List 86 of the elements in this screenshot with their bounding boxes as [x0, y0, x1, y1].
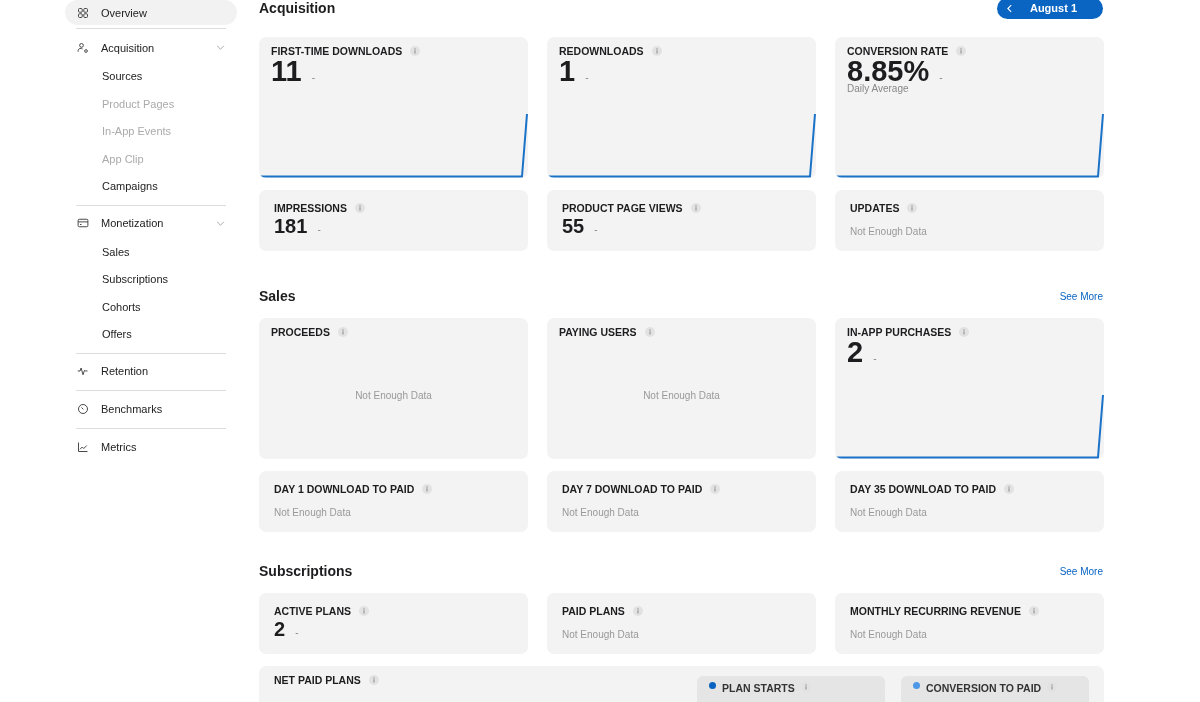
- legend-label: PLAN STARTS: [722, 682, 795, 694]
- back-icon: [1006, 3, 1012, 13]
- metric-caption: Daily Average: [847, 83, 910, 94]
- info-icon[interactable]: [368, 675, 379, 685]
- sidebar-subitem[interactable]: Campaigns: [65, 173, 237, 201]
- sidebar-subitem[interactable]: Cohorts: [65, 293, 237, 321]
- card-title: FIRST-TIME DOWNLOADS: [271, 45, 403, 57]
- sidebar-item[interactable]: Acquisition: [65, 32, 237, 63]
- sidebar-item[interactable]: Metrics: [65, 431, 237, 463]
- sidebar-subitem[interactable]: Offers: [65, 321, 237, 349]
- card-title: DAY 1 DOWNLOAD TO PAID: [274, 483, 415, 495]
- section-title: Acquisition: [259, 0, 337, 16]
- person-gear-icon: [77, 41, 89, 54]
- legend-label: CONVERSION TO PAID: [926, 682, 1042, 694]
- card-title: REDOWNLOADS: [559, 45, 644, 57]
- date-button[interactable]: August 1: [996, 0, 1103, 19]
- see-more-link[interactable]: See More: [1059, 290, 1103, 302]
- card-title: PAID PLANS: [562, 605, 625, 617]
- change-text: -: [317, 224, 321, 235]
- card-title: NET PAID PLANS: [274, 674, 361, 686]
- metric-value: 1: [559, 57, 576, 85]
- section-title: Subscriptions: [259, 563, 354, 579]
- card-title: PRODUCT PAGE VIEWS: [562, 202, 683, 214]
- change-text: -: [939, 72, 943, 83]
- card-title: DAY 35 DOWNLOAD TO PAID: [850, 483, 997, 495]
- info-icon[interactable]: [422, 484, 433, 494]
- card-title: CONVERSION RATE: [847, 45, 949, 57]
- change-text: -: [594, 224, 598, 235]
- empty-message: Not Enough Data: [642, 390, 721, 401]
- info-icon[interactable]: [710, 484, 721, 494]
- section-title: Sales: [259, 288, 297, 304]
- metric-value: 181: [274, 214, 308, 238]
- info-icon[interactable]: [959, 327, 970, 337]
- grid-icon: [77, 6, 89, 19]
- clock-icon: [77, 403, 89, 415]
- empty-message: Not Enough Data: [562, 507, 640, 518]
- card-title: DAY 7 DOWNLOAD TO PAID: [562, 483, 703, 495]
- pulse-icon: [77, 365, 89, 377]
- metric-value: 11: [271, 57, 302, 85]
- sidebar-item[interactable]: Benchmarks: [65, 393, 237, 425]
- info-icon[interactable]: [651, 46, 662, 56]
- info-icon[interactable]: [632, 606, 643, 616]
- change-text: -: [873, 353, 877, 364]
- card-title: PROCEEDS: [271, 326, 330, 338]
- card-title: IN-APP PURCHASES: [847, 326, 952, 338]
- info-icon[interactable]: [359, 606, 369, 616]
- empty-message: Not Enough Data: [850, 507, 928, 518]
- empty-message: Not Enough Data: [354, 390, 433, 401]
- see-more-link[interactable]: See More: [1059, 565, 1103, 577]
- info-icon[interactable]: [410, 46, 421, 56]
- chevron-icon[interactable]: [216, 220, 225, 226]
- metric-value: 8.85%: [847, 57, 930, 85]
- metric-value: 2: [847, 338, 864, 366]
- sidebar-subitem[interactable]: Sales: [65, 238, 237, 266]
- metric-value: 55: [562, 214, 585, 238]
- empty-message: Not Enough Data: [850, 226, 928, 237]
- sidebar-subitem[interactable]: Sources: [65, 63, 237, 91]
- chevron-icon[interactable]: [216, 45, 225, 50]
- info-icon[interactable]: [690, 203, 701, 213]
- info-icon[interactable]: [644, 327, 655, 337]
- sidebar-item[interactable]: Retention: [65, 355, 237, 387]
- card-title: PAYING USERS: [559, 326, 637, 338]
- sidebar-item[interactable]: Monetization: [65, 207, 237, 239]
- empty-message: Not Enough Data: [274, 507, 352, 518]
- info-icon[interactable]: [1004, 484, 1015, 494]
- change-text: -: [585, 72, 589, 83]
- card-title: ACTIVE PLANS: [274, 605, 351, 617]
- change-text: -: [311, 72, 315, 83]
- card-icon: [77, 217, 89, 229]
- info-icon[interactable]: [907, 203, 918, 213]
- sidebar-subitem[interactable]: Subscriptions: [65, 266, 237, 294]
- info-icon[interactable]: [1028, 606, 1039, 616]
- card-title: IMPRESSIONS: [274, 202, 347, 214]
- info-icon[interactable]: [354, 203, 365, 213]
- change-text: -: [295, 627, 299, 638]
- chart-icon: [77, 441, 89, 453]
- legend-chip[interactable]: PLAN STARTS: [697, 676, 885, 702]
- metric-value: 2: [274, 617, 286, 641]
- sidebar-item[interactable]: Overview: [65, 0, 237, 25]
- empty-message: Not Enough Data: [850, 629, 928, 640]
- card-title: MONTHLY RECURRING REVENUE: [850, 605, 1021, 617]
- card-title: UPDATES: [850, 202, 900, 214]
- legend-chip[interactable]: CONVERSION TO PAID: [901, 676, 1089, 702]
- empty-message: Not Enough Data: [562, 629, 640, 640]
- info-icon[interactable]: [956, 46, 967, 56]
- info-icon[interactable]: [337, 327, 348, 337]
